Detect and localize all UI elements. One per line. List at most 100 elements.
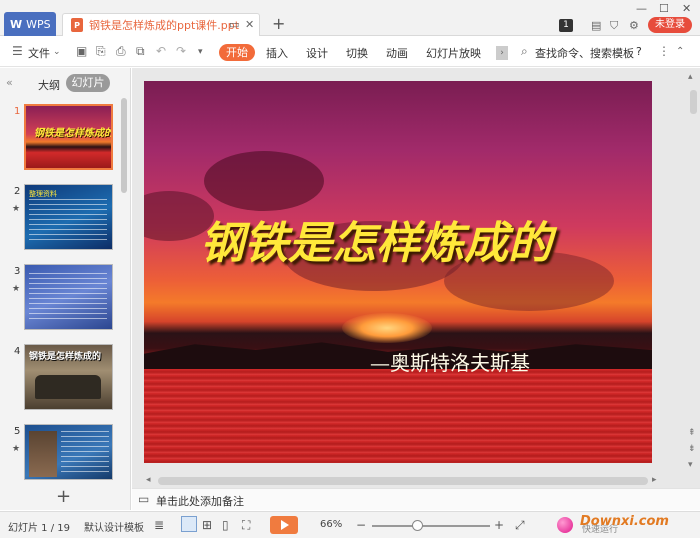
slide-thumbnail-2[interactable]: 整理资料 (24, 184, 113, 250)
thumbnail-scrollbar[interactable] (121, 98, 127, 193)
maximize-icon[interactable]: ☐ (659, 2, 669, 15)
wps-home-tab[interactable]: W WPS (4, 12, 56, 36)
animation-star-icon: ★ (12, 204, 21, 214)
undo-icon[interactable]: ↶ (156, 44, 166, 58)
current-slide[interactable]: 钢铁是怎样炼成的 —奥斯特洛夫斯基 (144, 81, 652, 463)
menu-bar: ☰ 文件 ⌄ ▣ ⎘ ⎙ ⧉ ↶ ↷ ▾ 开始 插入 设计 切换 动画 幻灯片放… (0, 37, 700, 67)
fit-window-icon[interactable]: ⤢ (515, 518, 525, 533)
tab-design[interactable]: 设计 (306, 45, 328, 61)
document-tab[interactable]: P 钢铁是怎样炼成的ppt课件.ppt ▭ ✕ (62, 13, 260, 36)
collapse-ribbon-icon[interactable]: ⌃ (676, 46, 684, 57)
pane-tabs: « 大纲 幻灯片 (0, 68, 131, 96)
zoom-slider[interactable] (372, 525, 490, 527)
tab-outline[interactable]: 大纲 (38, 77, 60, 93)
slide-number: 1 (14, 106, 21, 117)
shirt-icon[interactable]: ⛉ (610, 19, 618, 33)
chevron-down-icon[interactable]: ⌄ (53, 47, 61, 57)
sun-glow (342, 313, 432, 343)
ribbon-scroll-right-icon[interactable]: › (496, 46, 508, 60)
document-tab-title: 钢铁是怎样炼成的ppt课件.ppt (89, 19, 240, 32)
next-slide-icon[interactable]: ⇟ (688, 444, 696, 454)
monitor-icon[interactable]: ▭ (229, 18, 239, 31)
wps-tab-label: WPS (26, 17, 51, 31)
slide-thumbnail-3[interactable] (24, 264, 113, 330)
login-button[interactable]: 未登录 (648, 17, 692, 33)
slide-sorter-icon[interactable]: ⊞ (202, 518, 212, 532)
title-bar: W WPS P 钢铁是怎样炼成的ppt课件.ppt ▭ ✕ + — ☐ ✕ 1 … (0, 0, 700, 36)
tab-slides[interactable]: 幻灯片 (66, 74, 110, 92)
tab-transition[interactable]: 切换 (346, 45, 368, 61)
tab-animation[interactable]: 动画 (386, 45, 408, 61)
scroll-left-icon[interactable]: ◂ (146, 475, 151, 485)
play-slideshow-button[interactable] (270, 516, 298, 534)
scroll-right-icon[interactable]: ▸ (652, 475, 657, 485)
close-tab-icon[interactable]: ✕ (245, 18, 254, 31)
slide-number: 4 (14, 346, 21, 357)
slide-thumbnail-5[interactable] (24, 424, 113, 480)
hscroll-thumb[interactable] (158, 477, 648, 485)
hamburger-menu-icon[interactable]: ☰ (12, 44, 23, 58)
tab-start[interactable]: 开始 (219, 44, 255, 61)
file-menu[interactable]: 文件 (28, 45, 50, 61)
notes-area[interactable]: ▭ 单击此处添加备注 (132, 488, 700, 510)
add-slide-icon[interactable]: + (56, 486, 71, 507)
zoom-out-icon[interactable]: − (356, 518, 366, 532)
animation-star-icon: ★ (12, 284, 21, 294)
prev-slide-icon[interactable]: ⇞ (688, 428, 696, 438)
status-bar: 幻灯片 1 / 19 默认设计模板 ≣ ⊞ ▯ ⛶ 66% − + ⤢ 快速运行… (0, 511, 700, 538)
export-icon[interactable]: ⎘ (96, 44, 106, 59)
design-template-label[interactable]: 默认设计模板 (84, 519, 144, 534)
wps-logo-icon: W (10, 17, 23, 31)
tab-slideshow[interactable]: 幻灯片放映 (426, 45, 481, 61)
vscroll-thumb[interactable] (690, 90, 697, 114)
watermark-logo-icon (557, 517, 573, 533)
cloud-shape (204, 151, 324, 211)
help-icon[interactable]: ? (636, 45, 642, 58)
thumb-title: 钢铁是怎样炼成的 (29, 352, 102, 362)
skin-icon[interactable]: ▤ (591, 19, 601, 32)
animation-star-icon: ★ (12, 444, 21, 454)
search-icon[interactable]: ⌕ (521, 44, 528, 59)
minimize-icon[interactable]: — (636, 2, 647, 15)
window-close-icon[interactable]: ✕ (682, 2, 691, 15)
search-command[interactable]: 查找命令、搜索模板 (535, 45, 634, 61)
settings-icon[interactable]: ⚙ (629, 19, 639, 32)
sea-reflection (144, 369, 652, 463)
preview-icon[interactable]: ⧉ (136, 44, 145, 59)
slide-number: 5 (14, 426, 21, 437)
redo-icon[interactable]: ↷ (176, 44, 186, 58)
thumb-title: 钢铁是怎样炼成的 (34, 128, 113, 139)
scroll-down-icon[interactable]: ▾ (688, 460, 693, 470)
slide-title[interactable]: 钢铁是怎样炼成的 (200, 207, 630, 271)
vertical-scrollbar[interactable]: ▴ ⇞ ⇟ ▾ (688, 72, 698, 482)
more-down-icon[interactable]: ▾ (198, 47, 203, 57)
tab-insert[interactable]: 插入 (266, 45, 288, 61)
notes-placeholder[interactable]: 单击此处添加备注 (156, 493, 244, 509)
watermark-text: Downxi.com (580, 514, 669, 529)
print-icon[interactable]: ⎙ (116, 44, 126, 59)
normal-view-icon[interactable] (181, 516, 197, 532)
slide-thumbnail-4[interactable]: 钢铁是怎样炼成的 (24, 344, 113, 410)
slides-pane: « 大纲 幻灯片 1 钢铁是怎样炼成的 2 ★ 整理资料 3 ★ 4 钢铁是怎样… (0, 68, 131, 510)
ppt-file-icon: P (71, 18, 83, 32)
thumb-heading: 整理资料 (29, 190, 57, 198)
slide-canvas: 钢铁是怎样炼成的 —奥斯特洛夫斯基 ◂ ▸ ▴ ⇞ ⇟ ▾ (132, 68, 700, 488)
slide-number: 2 (14, 186, 21, 197)
slide-author[interactable]: —奥斯特洛夫斯基 (370, 347, 530, 376)
notification-badge[interactable]: 1 (559, 19, 573, 32)
zoom-in-icon[interactable]: + (494, 518, 504, 532)
more-options-icon[interactable]: ⋮ (658, 44, 670, 58)
collapse-pane-icon[interactable]: « (6, 76, 13, 89)
reading-view-icon[interactable]: ▯ (222, 518, 229, 532)
zoom-level[interactable]: 66% (320, 519, 342, 530)
presenter-icon[interactable]: ⛶ (242, 518, 250, 533)
zoom-slider-handle[interactable] (411, 520, 423, 531)
slide-number: 3 (14, 266, 21, 277)
notes-toggle-icon[interactable]: ≣ (154, 518, 164, 532)
save-icon[interactable]: ▣ (76, 44, 87, 58)
new-tab-icon[interactable]: + (272, 14, 285, 33)
notes-icon: ▭ (138, 492, 150, 506)
horizontal-scrollbar[interactable]: ◂ ▸ (144, 475, 664, 486)
slide-thumbnail-1[interactable]: 钢铁是怎样炼成的 (24, 104, 113, 170)
scroll-up-icon[interactable]: ▴ (688, 72, 693, 82)
